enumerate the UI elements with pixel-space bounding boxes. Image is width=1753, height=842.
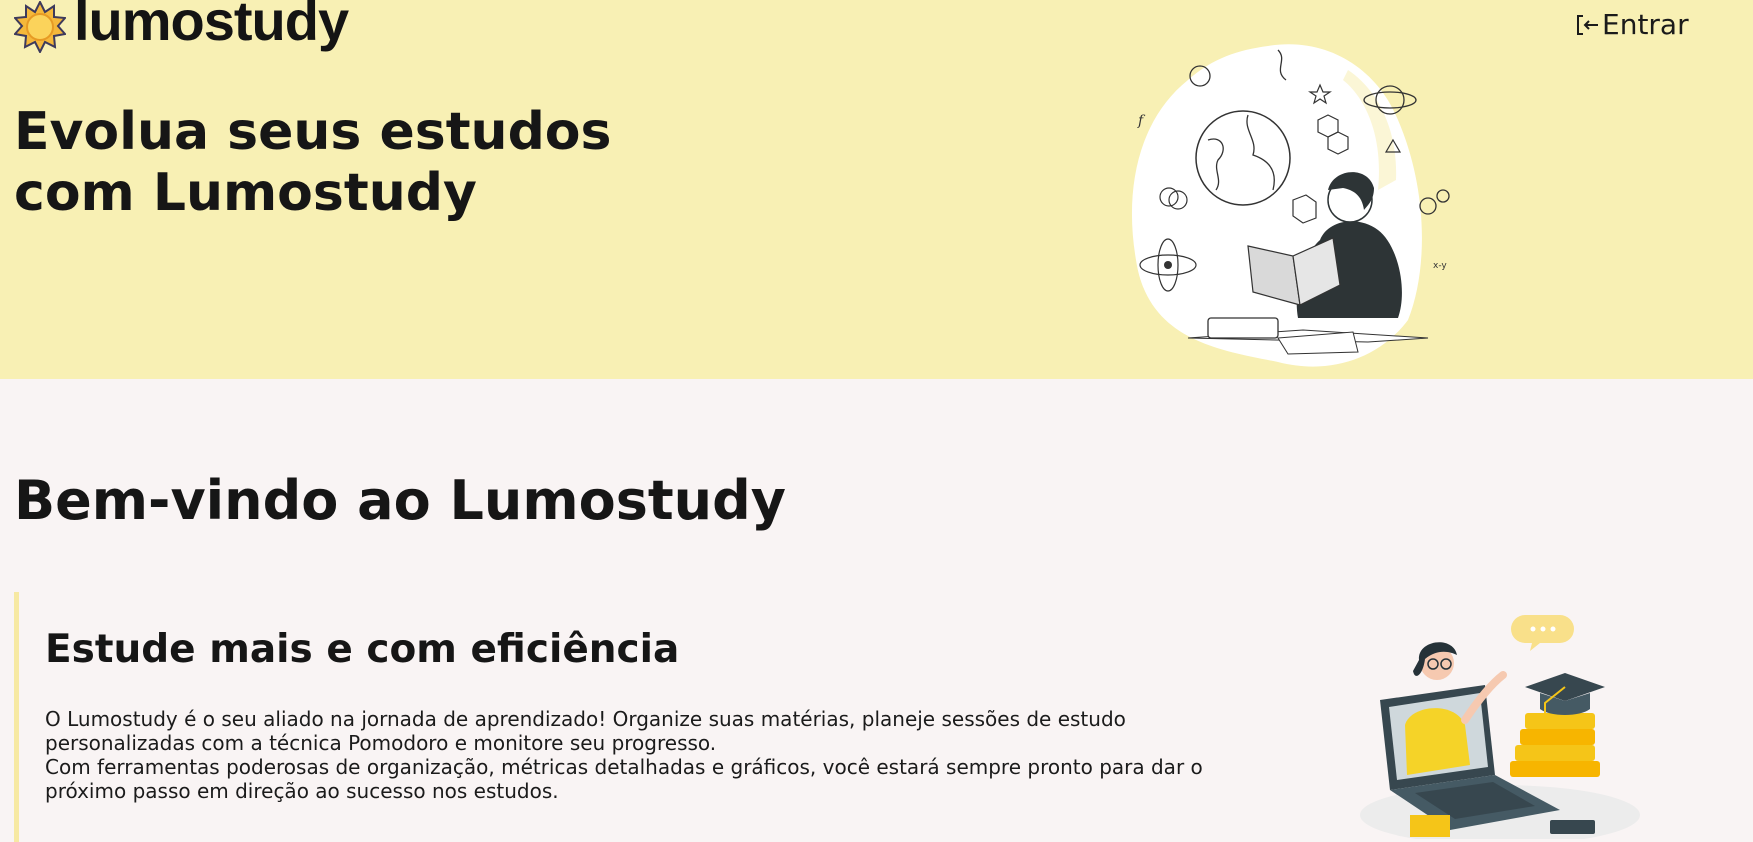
online-class-illustration: [1360, 615, 1640, 839]
sun-icon: [14, 1, 66, 53]
feature-description: O Lumostudy é o seu aliado na jornada de…: [45, 707, 1235, 803]
feature-paragraph-1: O Lumostudy é o seu aliado na jornada de…: [45, 707, 1126, 755]
hero-section: lumostudy Entrar Evolua seus estudos com…: [0, 0, 1753, 379]
svg-text:f: f: [1137, 113, 1146, 129]
feature-card: Estude mais e com eficiência O Lumostudy…: [14, 592, 1319, 842]
hero-title: Evolua seus estudos com Lumostudy: [14, 102, 612, 223]
welcome-title: Bem-vindo ao Lumostudy: [14, 469, 786, 532]
logo[interactable]: lumostudy: [14, 0, 349, 56]
svg-text:x-y: x-y: [1433, 261, 1447, 271]
login-arrow-icon: [1577, 15, 1598, 35]
feature-title: Estude mais e com eficiência: [45, 627, 680, 672]
feature-paragraph-2: Com ferramentas poderosas de organização…: [45, 755, 1203, 803]
logo-text: lumostudy: [74, 0, 349, 52]
login-label: Entrar: [1602, 8, 1689, 41]
login-button[interactable]: Entrar: [1574, 8, 1689, 42]
student-reading-illustration: f x x-y: [1131, 44, 1450, 367]
